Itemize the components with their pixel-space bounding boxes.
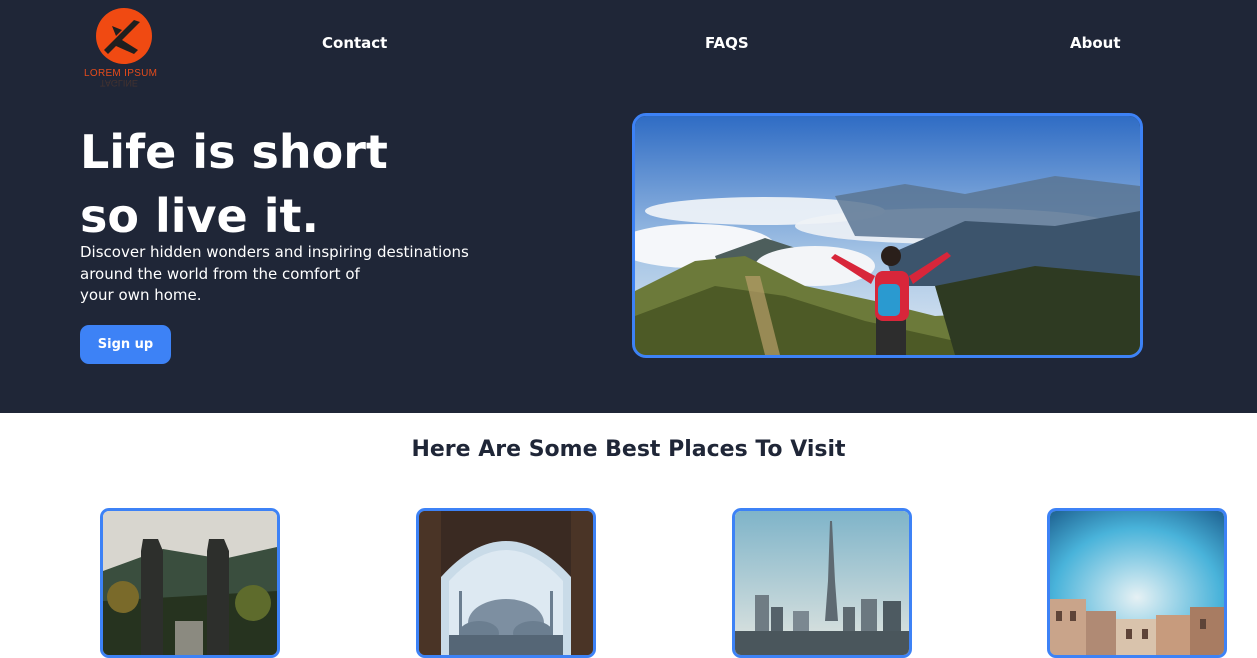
nav-faqs-link[interactable]: FAQS [705, 34, 749, 52]
signup-button[interactable]: Sign up [80, 325, 171, 364]
place-card[interactable] [416, 508, 596, 658]
places-section-title: Here Are Some Best Places To Visit [411, 437, 846, 462]
hero-description-line: your own home. [80, 286, 202, 304]
headline-line-1: Life is short [80, 125, 388, 179]
hero-description-line: Discover hidden wonders and inspiring de… [80, 243, 469, 261]
hero-image [632, 113, 1143, 358]
bali-temple-gate-image [103, 511, 277, 655]
hero-headline: Life is short so live it. [80, 120, 520, 248]
venice-buildings-image [1050, 511, 1224, 655]
place-card[interactable] [732, 508, 912, 658]
headline-line-2: so live it. [80, 189, 319, 243]
logo-reflection: TAGLINE [100, 78, 138, 88]
hero-description-line: around the world from the comfort of [80, 264, 360, 283]
brand-logo[interactable]: LOREM IPSUM TAGLINE [82, 6, 162, 92]
plane-logo-icon [96, 8, 152, 64]
place-card[interactable] [100, 508, 280, 658]
blue-mosque-arch-image [419, 511, 593, 655]
place-card[interactable] [1047, 508, 1227, 658]
dubai-skyline-image [735, 511, 909, 655]
nav-about-link[interactable]: About [1070, 34, 1121, 52]
hero-section: LOREM IPSUM TAGLINE Contact FAQS About L… [0, 0, 1257, 413]
hero-description: Discover hidden wonders and inspiring de… [80, 242, 470, 307]
nav-contact-link[interactable]: Contact [322, 34, 387, 52]
hiker-on-mountain-image [635, 116, 1140, 355]
